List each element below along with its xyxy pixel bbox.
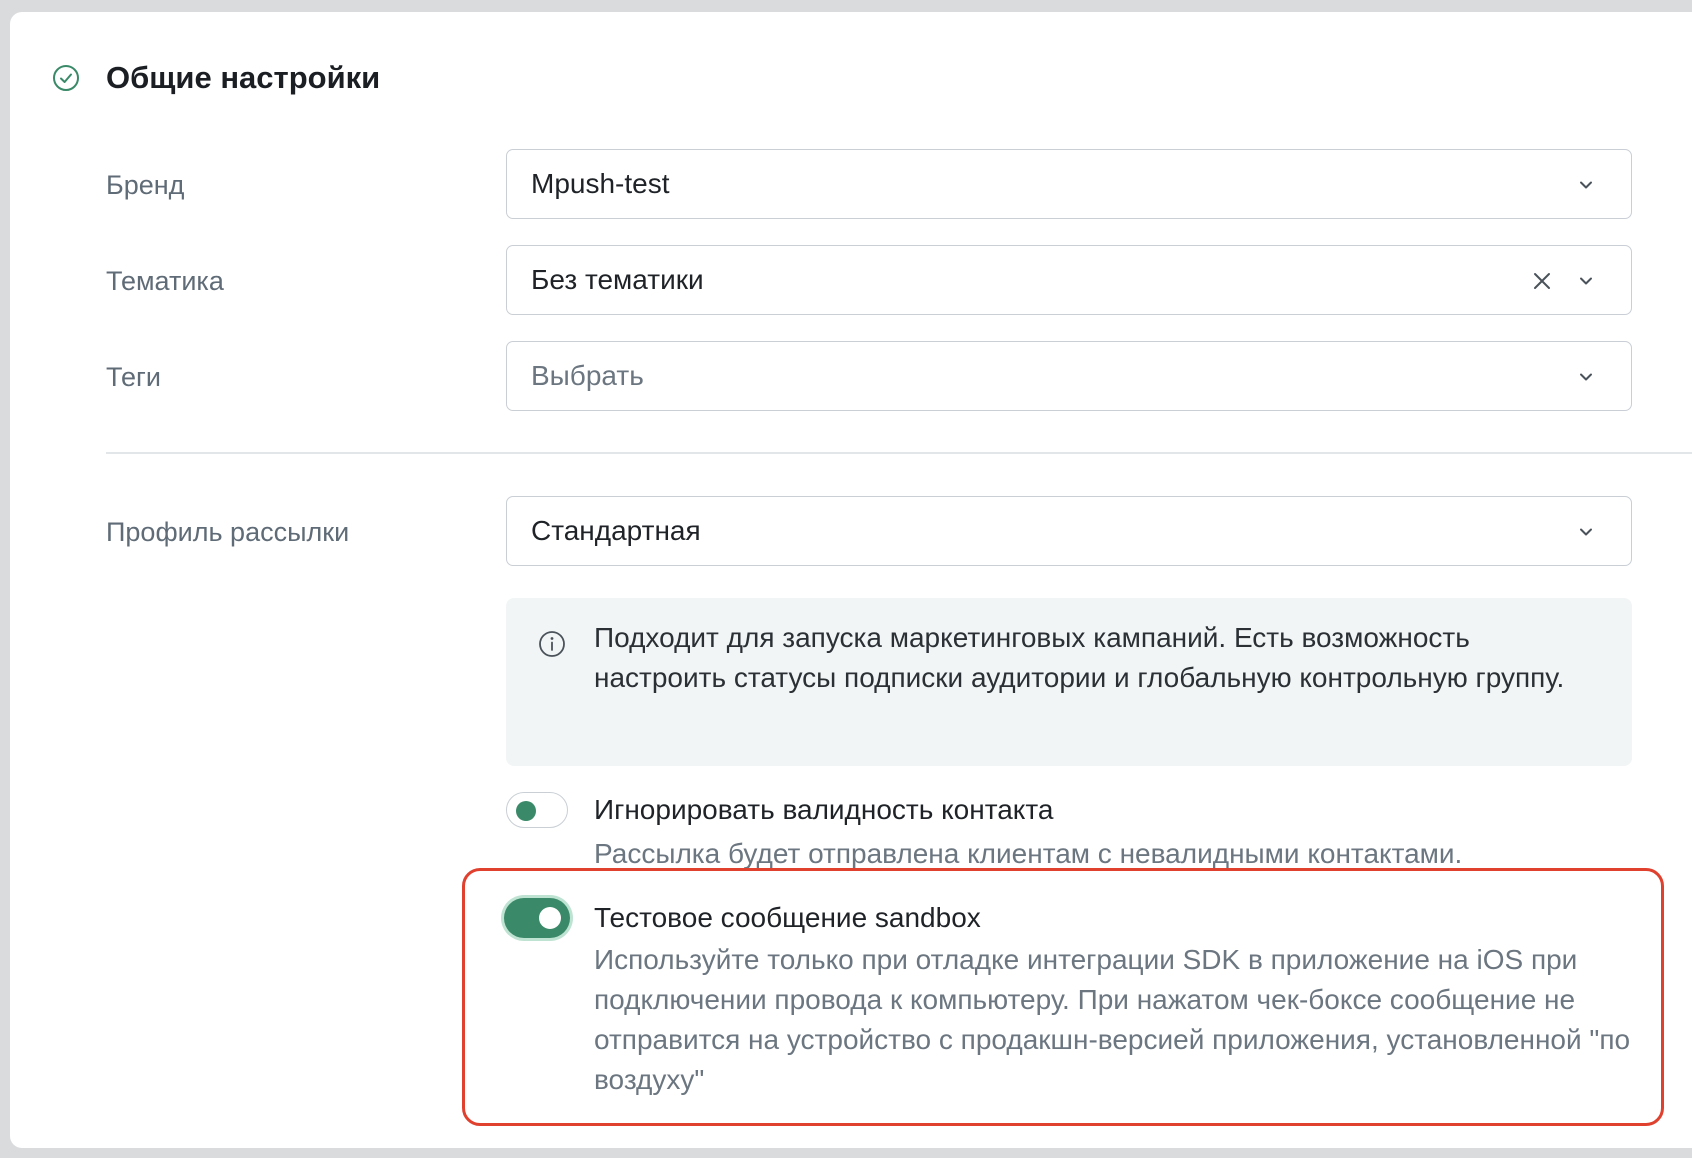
tags-label: Теги: [106, 362, 161, 392]
brand-select-value: Mpush-test: [531, 168, 670, 199]
close-icon[interactable]: [1529, 268, 1555, 294]
chevron-down-icon: [1580, 277, 1592, 285]
chevron-down-icon: [1580, 373, 1592, 381]
sandbox-description: Используйте только при отладке интеграци…: [594, 944, 1631, 1095]
profile-select[interactable]: Стандартная: [506, 496, 1632, 566]
topic-label: Тематика: [106, 266, 224, 296]
profile-info-text: Подходит для запуска маркетинговых кампа…: [594, 622, 1565, 693]
tags-select[interactable]: Выбрать: [506, 341, 1632, 411]
profile-label: Профиль рассылки: [106, 517, 350, 547]
info-icon: [539, 631, 565, 657]
sandbox-title: Тестовое сообщение sandbox: [594, 902, 981, 933]
profile-select-value: Стандартная: [531, 515, 701, 546]
sandbox-toggle[interactable]: [504, 898, 570, 938]
topic-select[interactable]: Без тематики: [506, 245, 1632, 315]
brand-select[interactable]: Mpush-test: [506, 149, 1632, 219]
chevron-down-icon: [1580, 528, 1592, 536]
profile-info-box: Подходит для запуска маркетинговых кампа…: [506, 598, 1632, 766]
section-divider: [106, 452, 1692, 454]
section-title: Общие настройки: [106, 60, 381, 95]
chevron-down-icon: [1580, 181, 1592, 189]
ignore-validity-title: Игнорировать валидность контакта: [594, 794, 1054, 825]
brand-label: Бренд: [106, 170, 185, 200]
tags-select-placeholder: Выбрать: [531, 360, 644, 391]
check-circle-icon: [53, 65, 79, 91]
toggle-knob: [516, 801, 536, 821]
toggle-knob: [539, 907, 561, 929]
ignore-validity-toggle[interactable]: [506, 792, 568, 828]
topic-select-value: Без тематики: [531, 264, 704, 295]
